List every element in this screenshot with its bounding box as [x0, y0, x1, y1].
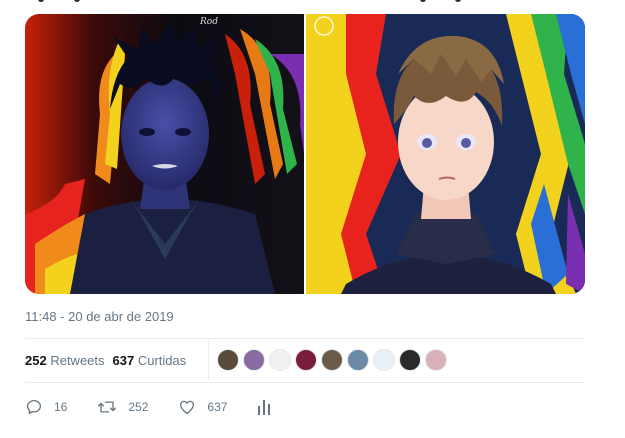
retweets-count: 252: [25, 352, 47, 368]
reply-action[interactable]: 16: [25, 398, 67, 416]
avatar-7[interactable]: [373, 349, 396, 371]
avatar-9[interactable]: [425, 349, 448, 371]
avatar-2[interactable]: [243, 349, 266, 371]
reply-icon: [26, 399, 42, 415]
retweets-label: Retweets: [50, 352, 105, 368]
like-action[interactable]: 637: [178, 398, 227, 416]
media-image-left[interactable]: Rod: [25, 14, 304, 294]
avatar-5[interactable]: [321, 349, 344, 371]
media-image-right[interactable]: [306, 14, 585, 294]
retweets-stat[interactable]: 252 Retweets: [25, 353, 105, 368]
engagement-stats: 252 Retweets 637 Curtidas: [25, 340, 451, 380]
avatar-8[interactable]: [399, 349, 422, 371]
analytics-icon: [258, 400, 271, 415]
like-icon: [180, 400, 195, 415]
like-count: 637: [207, 400, 228, 414]
avatar-3[interactable]: [269, 349, 292, 371]
reply-count: 16: [54, 400, 68, 414]
analytics-action[interactable]: [257, 399, 282, 415]
tweet-timestamp[interactable]: 11:48 - 20 de abr de 2019: [25, 309, 174, 324]
avatar-1[interactable]: [217, 349, 240, 371]
previous-tweet-text-fragment: [0, 0, 625, 10]
avatar-4[interactable]: [295, 349, 318, 371]
liked-by-avatars: [217, 349, 451, 371]
retweet-action[interactable]: 252: [97, 398, 148, 416]
dark-boy-illustration: Rod: [25, 14, 304, 294]
stats-separator: [208, 340, 210, 380]
tweet-media[interactable]: Rod: [25, 14, 585, 294]
likes-stat[interactable]: 637 Curtidas: [113, 353, 187, 368]
tweet-actions: 16 252 637: [25, 398, 312, 416]
avatar-6[interactable]: [347, 349, 370, 371]
stats-bottom-divider: [25, 382, 585, 383]
likes-count: 637: [112, 352, 135, 368]
svg-text:Rod: Rod: [199, 17, 218, 27]
bright-boy-illustration: [306, 14, 585, 294]
stats-top-divider: [25, 338, 585, 339]
likes-label: Curtidas: [137, 352, 187, 368]
retweet-count: 252: [128, 400, 149, 414]
retweet-icon: [98, 401, 117, 413]
